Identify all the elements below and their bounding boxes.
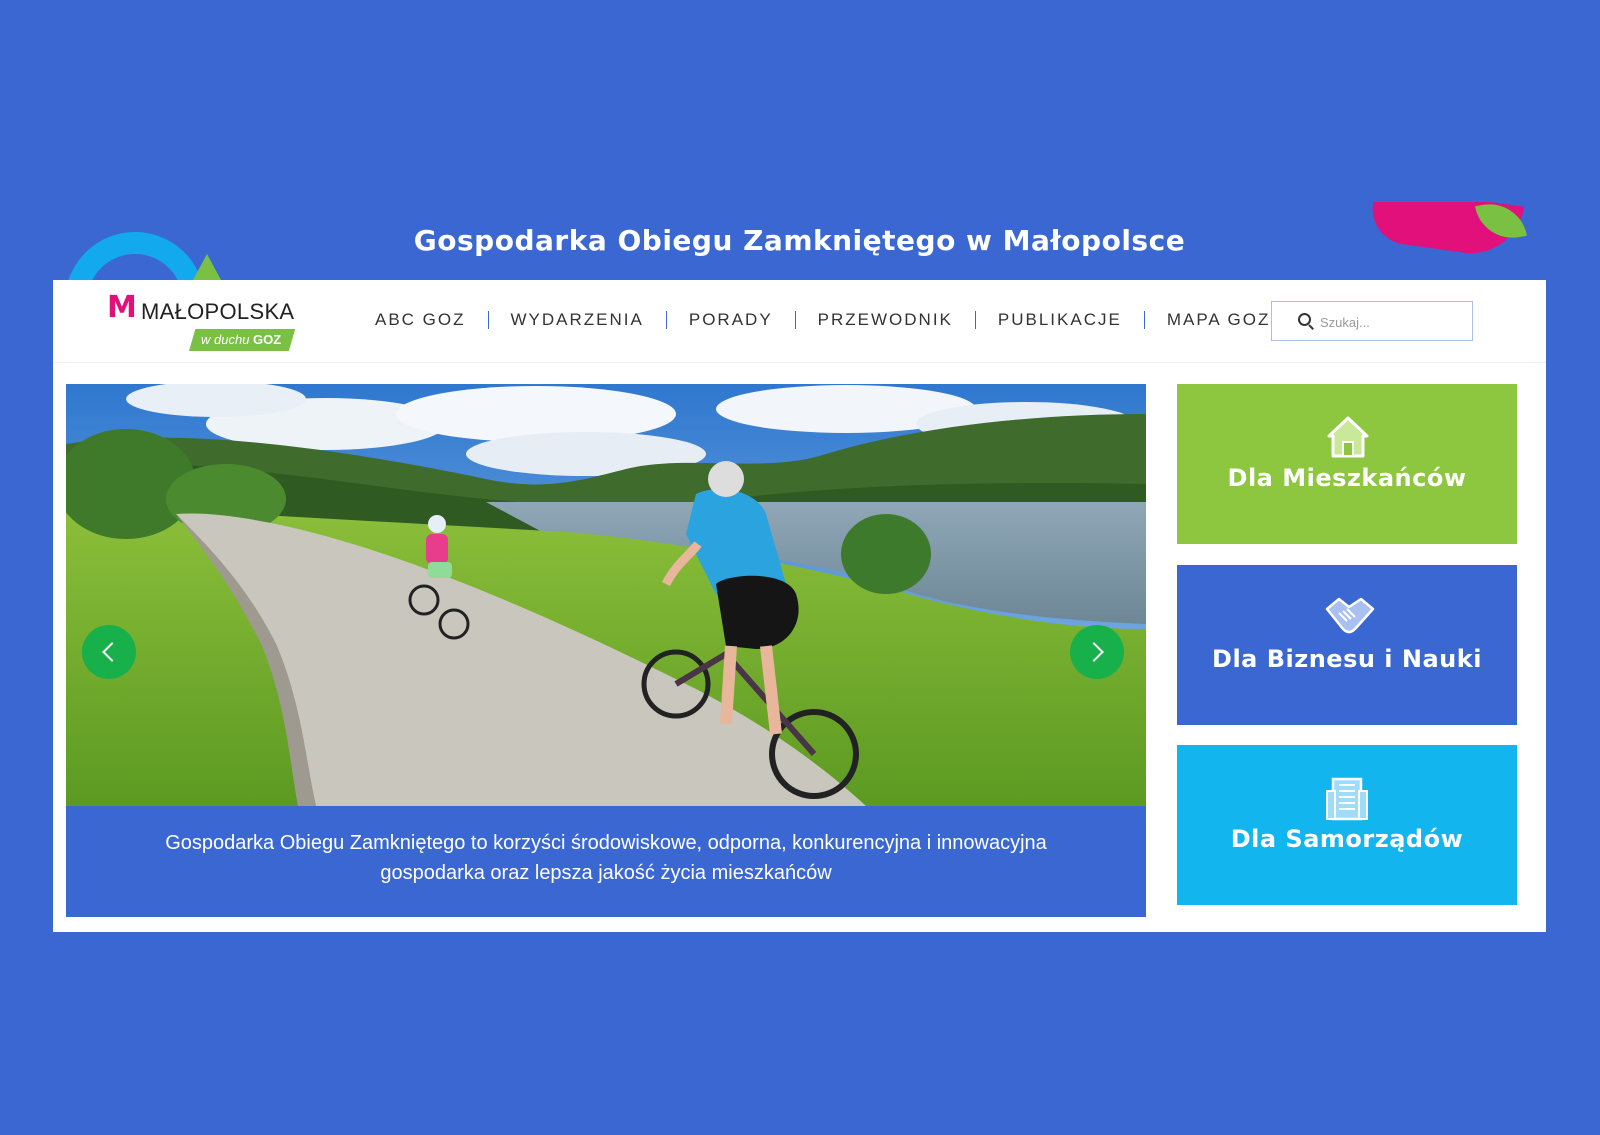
hero-caption: Gospodarka Obiegu Zamkniętego to korzyśc… [66,806,1146,917]
tile-label: Dla Biznesu i Nauki [1212,645,1482,673]
hero-image [66,384,1146,806]
nav-item-abc-goz[interactable]: ABC GOZ [353,310,488,330]
handshake-icon [1325,597,1375,634]
logo-tagline: w duchu GOZ [189,329,296,351]
slider-prev-button[interactable] [82,625,136,679]
banner-title: Gospodarka Obiegu Zamkniętego w Małopols… [413,224,1186,257]
main-nav: ABC GOZ WYDARZENIA PORADY PRZEWODNIK PUB… [353,310,1292,330]
nav-item-porady[interactable]: PORADY [667,310,795,330]
hero-slider [66,384,1146,806]
tile-label: Dla Samorządów [1230,825,1464,853]
tile-dla-mieszkancow[interactable]: Dla Mieszkańców [1177,384,1517,544]
search-input[interactable] [1318,311,1462,333]
tile-dla-samorzadow[interactable]: Dla Samorządów [1177,745,1517,905]
nav-item-przewodnik[interactable]: PRZEWODNIK [796,310,975,330]
decorative-arrow-green [193,254,221,280]
building-icon [1326,777,1368,821]
nav-item-publikacje[interactable]: PUBLIKACJE [976,310,1144,330]
malopolska-logo[interactable]: M MAŁOPOLSKA w duchu GOZ [107,293,317,353]
top-navbar: M MAŁOPOLSKA w duchu GOZ ABC GOZ WYDARZE… [53,280,1546,363]
tile-dla-biznesu-i-nauki[interactable]: Dla Biznesu i Nauki [1177,565,1517,725]
site-banner: Gospodarka Obiegu Zamkniętego w Małopols… [53,202,1546,280]
search-box [1271,301,1473,341]
logo-m-icon: M [107,290,137,325]
search-icon[interactable] [1298,313,1311,326]
house-icon [1327,416,1369,458]
slider-next-button[interactable] [1070,625,1124,679]
tile-label: Dla Mieszkańców [1227,464,1467,492]
nav-item-wydarzenia[interactable]: WYDARZENIA [489,310,666,330]
logo-wordmark: MAŁOPOLSKA [141,299,295,324]
main-panel: M MAŁOPOLSKA w duchu GOZ ABC GOZ WYDARZE… [53,280,1546,932]
